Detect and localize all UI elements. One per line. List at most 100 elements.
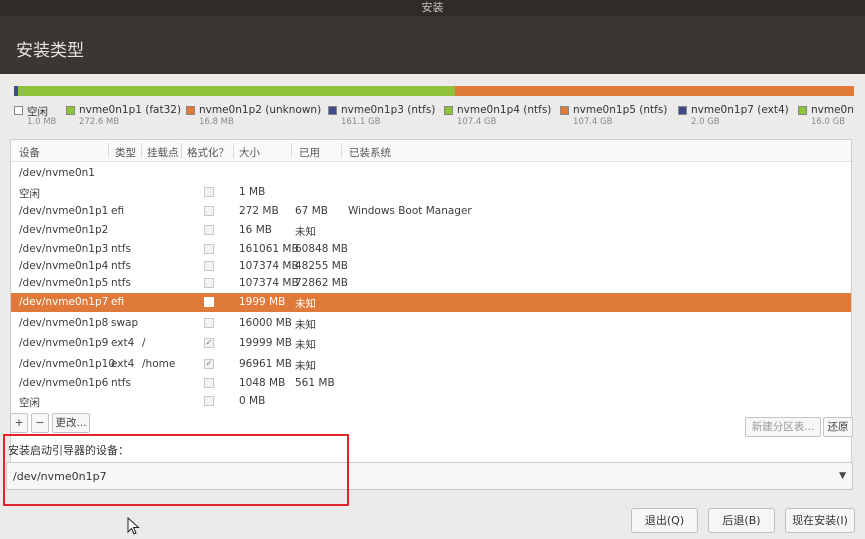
add-partition-button[interactable]: + <box>10 413 28 433</box>
cell-size: 96961 MB <box>239 358 293 370</box>
cell-used: 未知 <box>295 298 316 310</box>
main-content: 空闲 1.0 MB nvme0n1p1 (fat32) 272.6 MB nvme0n1… <box>0 74 865 539</box>
table-row[interactable]: /dev/nvme0n1p1 efi 272 MB 67 MB Windows Boot… <box>11 202 851 221</box>
cell-type: ext4 <box>111 337 135 349</box>
table-row[interactable]: /dev/nvme0n1 <box>11 164 851 183</box>
partition-table[interactable]: 设备 类型 挂载点 格式化？ 大小 已用 已装系统 /dev/nvme0n1 空闲… <box>10 139 852 482</box>
cell-device: 空闲 <box>19 397 40 409</box>
cell-used: 60848 MB <box>295 243 349 255</box>
cell-size: 19999 MB <box>239 337 293 349</box>
back-button[interactable]: 后退(B) <box>708 508 775 533</box>
revert-button[interactable]: 还原 <box>823 417 853 437</box>
cell-mount: / <box>142 337 146 349</box>
legend-size: 107.4 GB <box>457 117 497 127</box>
cell-type: ntfs <box>111 243 131 255</box>
col-header-size[interactable]: 大小 <box>239 145 260 160</box>
legend-size: 272.6 MB <box>79 117 120 127</box>
legend-size: 161.1 GB <box>341 117 381 127</box>
legend-name: nvme0n1p2 (unknown) <box>199 104 322 116</box>
table-row[interactable]: 空闲 0 MB <box>11 392 851 411</box>
cell-used: 67 MB <box>295 205 328 217</box>
table-row[interactable]: /dev/nvme0n1p8 swap 16000 MB 未知 <box>11 314 851 333</box>
install-now-button[interactable]: 现在安装(I) <box>785 508 855 533</box>
cell-used: 未知 <box>295 339 316 351</box>
change-partition-button[interactable]: 更改... <box>52 413 90 433</box>
table-row[interactable]: /dev/nvme0n1p5 ntfs 107374 MB 72862 MB <box>11 274 851 293</box>
format-checkbox[interactable]: ✓ <box>204 359 214 369</box>
legend-name: nvme0n1p4 (ntfs) <box>457 104 552 116</box>
table-header: 设备 类型 挂载点 格式化？ 大小 已用 已装系统 <box>11 140 851 162</box>
legend-name: nvme0n1p3 (ntfs) <box>341 104 436 116</box>
cell-type: efi <box>111 296 125 308</box>
legend-swatch <box>678 106 687 115</box>
format-checkbox[interactable] <box>204 278 214 288</box>
legend-size: 107.4 GB <box>573 117 613 127</box>
legend-swatch <box>66 106 75 115</box>
cell-used: 72862 MB <box>295 277 349 289</box>
quit-button[interactable]: 退出(Q) <box>631 508 698 533</box>
new-partition-table-button[interactable]: 新建分区表... <box>745 417 821 437</box>
cell-type: ntfs <box>111 277 131 289</box>
legend-name: nvme0n1p5 (ntfs) <box>573 104 668 116</box>
cell-size: 1999 MB <box>239 296 286 308</box>
cell-size: 107374 MB <box>239 277 299 289</box>
legend-swatch <box>14 106 23 115</box>
legend-size: 16.0 GB <box>811 117 846 127</box>
legend-swatch <box>328 106 337 115</box>
format-checkbox[interactable] <box>204 187 214 197</box>
table-row[interactable]: /dev/nvme0n1p6 ntfs 1048 MB 561 MB <box>11 374 851 393</box>
legend-size: 1.0 MB <box>27 117 57 127</box>
cell-type: ext4 <box>111 358 135 370</box>
format-checkbox[interactable] <box>204 378 214 388</box>
col-header-device[interactable]: 设备 <box>19 145 40 160</box>
legend-name: nvme0n <box>811 104 854 116</box>
cell-used: 561 MB <box>295 377 335 389</box>
legend-swatch <box>798 106 807 115</box>
legend-name: nvme0n1p7 (ext4) <box>691 104 789 116</box>
page-header: 安装类型 <box>0 16 865 74</box>
format-checkbox[interactable]: ✓ <box>204 338 214 348</box>
col-header-used[interactable]: 已用 <box>299 145 320 160</box>
partition-bar-segment <box>18 86 455 96</box>
cell-size: 16 MB <box>239 224 272 236</box>
cell-size: 1048 MB <box>239 377 286 389</box>
format-checkbox[interactable] <box>204 206 214 216</box>
col-header-mount[interactable]: 挂载点 <box>147 145 179 160</box>
cell-device: /dev/nvme0n1p2 <box>19 224 109 236</box>
cell-type: swap <box>111 317 139 329</box>
legend-swatch <box>444 106 453 115</box>
cell-size: 1 MB <box>239 186 266 198</box>
format-checkbox[interactable] <box>204 225 214 235</box>
cell-size: 161061 MB <box>239 243 299 255</box>
legend-size: 2.0 GB <box>691 117 720 127</box>
cell-system: Windows Boot Manager <box>348 205 472 217</box>
cell-size: 16000 MB <box>239 317 293 329</box>
cell-device: /dev/nvme0n1p6 <box>19 377 109 389</box>
cell-used: 未知 <box>295 226 316 238</box>
cell-type: ntfs <box>111 377 131 389</box>
format-checkbox[interactable] <box>204 297 214 307</box>
cell-type: efi <box>111 205 125 217</box>
table-row[interactable]: /dev/nvme0n1p7 efi 1999 MB 未知 <box>11 293 851 312</box>
table-row[interactable]: /dev/nvme0n1p10 ext4/home 96961 MB 未知 ✓ <box>11 355 851 374</box>
col-header-type[interactable]: 类型 <box>115 145 136 160</box>
legend-name: nvme0n1p1 (fat32) <box>79 104 182 116</box>
highlight-annotation-box <box>3 434 349 506</box>
col-header-format[interactable]: 格式化？ <box>187 145 229 160</box>
partition-bar-segment <box>454 86 854 96</box>
window-titlebar: 安装 <box>0 0 865 16</box>
format-checkbox[interactable] <box>204 396 214 406</box>
cell-device: /dev/nvme0n1p7 <box>19 296 109 308</box>
format-checkbox[interactable] <box>204 244 214 254</box>
col-header-system[interactable]: 已装系统 <box>349 145 391 160</box>
cell-mount: /home <box>142 358 176 370</box>
legend-swatch <box>186 106 195 115</box>
remove-partition-button[interactable]: − <box>31 413 49 433</box>
format-checkbox[interactable] <box>204 318 214 328</box>
table-row[interactable]: /dev/nvme0n1p2 16 MB 未知 <box>11 221 851 240</box>
format-checkbox[interactable] <box>204 261 214 271</box>
cell-device: /dev/nvme0n1p8 <box>19 317 109 329</box>
table-row[interactable]: 空闲 1 MB <box>11 183 851 202</box>
table-row[interactable]: /dev/nvme0n1p9 ext4 / 19999 MB 未知 ✓ <box>11 334 851 353</box>
cell-device: /dev/nvme0n1p3 <box>19 243 109 255</box>
